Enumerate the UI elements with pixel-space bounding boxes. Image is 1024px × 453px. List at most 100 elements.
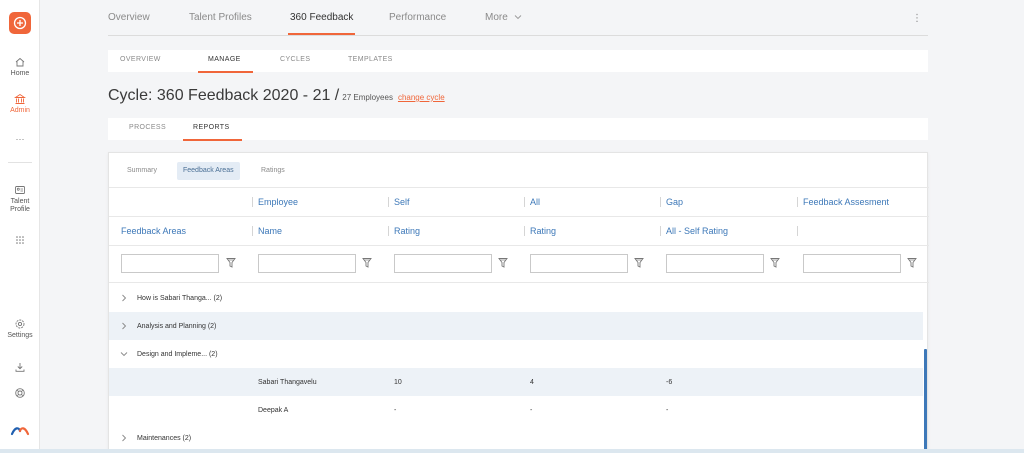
tab-overview[interactable]: Overview xyxy=(108,12,150,23)
tab-overview-section[interactable]: OVERVIEW xyxy=(120,56,161,63)
group-row[interactable]: How is Sabari Thanga... (2) xyxy=(109,284,923,312)
rail-item-label: Home xyxy=(10,70,30,77)
rail-item-download[interactable] xyxy=(0,361,40,375)
report-card: Summary Feedback Areas Ratings Employee … xyxy=(108,152,929,453)
header-label: All - Self Rating xyxy=(666,226,729,236)
brand-logo-icon xyxy=(10,427,30,436)
group-label: Maintenances (2) xyxy=(137,434,192,442)
table-row[interactable]: Sabari Thangavelu 10 4 -6 xyxy=(109,368,923,396)
header-label: Rating xyxy=(530,226,557,236)
filter-input-feedback-areas[interactable] xyxy=(121,254,219,273)
filter-icon[interactable] xyxy=(226,257,236,269)
tab-reports[interactable]: REPORTS xyxy=(183,124,241,141)
rail-item-more[interactable]: ··· xyxy=(0,134,40,144)
header-self[interactable]: Self xyxy=(388,188,410,216)
tab-talent-profiles[interactable]: Talent Profiles xyxy=(189,12,252,23)
group-label: Design and Impleme... (2) xyxy=(137,350,218,358)
header-label: Gap xyxy=(666,197,684,207)
header-all[interactable]: All xyxy=(524,188,541,216)
filter-input-feedback-assessment[interactable] xyxy=(803,254,901,273)
header-label: Self xyxy=(394,197,410,207)
filter-input-self-rating[interactable] xyxy=(394,254,492,273)
filter-icon[interactable] xyxy=(498,257,508,269)
pill-ratings[interactable]: Ratings xyxy=(255,162,291,180)
header-label: Employee xyxy=(258,197,299,207)
pill-summary[interactable]: Summary xyxy=(121,162,163,180)
chevron-right-icon[interactable] xyxy=(121,434,127,442)
rail-item-apps[interactable] xyxy=(0,235,40,247)
chevron-down-icon xyxy=(514,15,521,20)
table-filter-row xyxy=(109,245,929,283)
brand-logo xyxy=(0,425,40,439)
cell-employee-name: Deepak A xyxy=(258,406,289,414)
vertical-scrollbar[interactable] xyxy=(924,349,927,451)
table-header-top: Employee Self All Gap Feedback Assesment xyxy=(109,187,929,216)
change-cycle-link[interactable]: change cycle xyxy=(398,93,445,102)
tab-cycles[interactable]: CYCLES xyxy=(280,56,310,63)
rail-item-label: Settings xyxy=(7,332,33,339)
rail-item-settings[interactable]: Settings xyxy=(0,318,40,339)
section-tabs: OVERVIEW MANAGE CYCLES TEMPLATES xyxy=(108,50,928,73)
filter-input-all-rating[interactable] xyxy=(530,254,628,273)
chevron-right-icon[interactable] xyxy=(121,322,127,330)
download-icon xyxy=(15,363,25,372)
filter-input-gap[interactable] xyxy=(666,254,764,273)
header-gap-rating[interactable]: All - Self Rating xyxy=(660,217,729,245)
profile-card-icon xyxy=(15,186,25,194)
header-feedback-areas[interactable]: Feedback Areas xyxy=(121,217,186,245)
cycle-title: Cycle: 360 Feedback 2020 - 21 / xyxy=(108,87,340,104)
rail-item-admin[interactable]: Admin xyxy=(0,93,40,114)
header-gap[interactable]: Gap xyxy=(660,188,684,216)
chevron-right-icon[interactable] xyxy=(121,294,127,302)
header-all-rating[interactable]: Rating xyxy=(524,217,557,245)
cell-gap: - xyxy=(666,406,669,414)
header-name[interactable]: Name xyxy=(252,217,283,245)
group-label: Analysis and Planning (2) xyxy=(137,322,217,330)
left-rail: Home Admin ··· Talent Profile Settings xyxy=(0,0,40,453)
group-row[interactable]: Analysis and Planning (2) xyxy=(109,312,923,340)
tab-360-feedback[interactable]: 360 Feedback xyxy=(287,12,356,35)
rail-item-talent-profile[interactable]: Talent Profile xyxy=(0,184,40,214)
filter-input-name[interactable] xyxy=(258,254,356,273)
filter-icon[interactable] xyxy=(770,257,780,269)
cell-employee-name: Sabari Thangavelu xyxy=(258,378,317,386)
group-label: How is Sabari Thanga... (2) xyxy=(137,294,223,302)
group-row[interactable]: Design and Impleme... (2) xyxy=(109,340,923,368)
filter-icon[interactable] xyxy=(634,257,644,269)
more-icon: ··· xyxy=(15,134,25,144)
rail-divider xyxy=(8,162,32,163)
header-employee[interactable]: Employee xyxy=(252,188,299,216)
cell-self-rating: - xyxy=(394,406,397,414)
plus-circle-icon xyxy=(13,16,27,30)
cycle-tabs: PROCESS REPORTS xyxy=(108,118,928,141)
rail-item-help[interactable] xyxy=(0,387,40,401)
cell-gap: -6 xyxy=(666,378,673,386)
tab-templates[interactable]: TEMPLATES xyxy=(348,56,393,63)
cell-all-rating: 4 xyxy=(530,378,534,386)
cell-self-rating: 10 xyxy=(394,378,402,386)
tab-more-label: More xyxy=(485,12,508,23)
header-self-rating[interactable]: Rating xyxy=(388,217,420,245)
cell-all-rating: - xyxy=(530,406,533,414)
header-label: Name xyxy=(258,226,283,236)
filter-icon[interactable] xyxy=(907,257,917,269)
bottom-strip xyxy=(0,449,1024,453)
header-label: All xyxy=(530,197,541,207)
tab-process[interactable]: PROCESS xyxy=(129,124,166,131)
pill-feedback-areas[interactable]: Feedback Areas xyxy=(177,162,240,180)
filter-icon[interactable] xyxy=(362,257,372,269)
table-row[interactable]: Deepak A - - - xyxy=(109,396,923,424)
kebab-menu-icon[interactable]: ⋮ xyxy=(912,13,922,24)
cycle-employee-count: 27 Employees xyxy=(342,93,393,102)
rail-item-home[interactable]: Home xyxy=(0,56,40,77)
header-label: Feedback Areas xyxy=(121,226,187,236)
tab-manage[interactable]: MANAGE xyxy=(198,56,253,73)
tab-more[interactable]: More xyxy=(485,12,522,23)
cycle-heading: Cycle: 360 Feedback 2020 - 21 /27 Employ… xyxy=(108,87,445,105)
chevron-down-icon[interactable] xyxy=(120,351,128,357)
group-row[interactable]: Maintenances (2) xyxy=(109,424,923,452)
tab-performance[interactable]: Performance xyxy=(389,12,446,23)
rail-item-label: Talent Profile xyxy=(10,198,30,213)
header-feedback-assessment[interactable]: Feedback Assesment xyxy=(797,188,889,216)
add-button[interactable] xyxy=(9,12,31,34)
